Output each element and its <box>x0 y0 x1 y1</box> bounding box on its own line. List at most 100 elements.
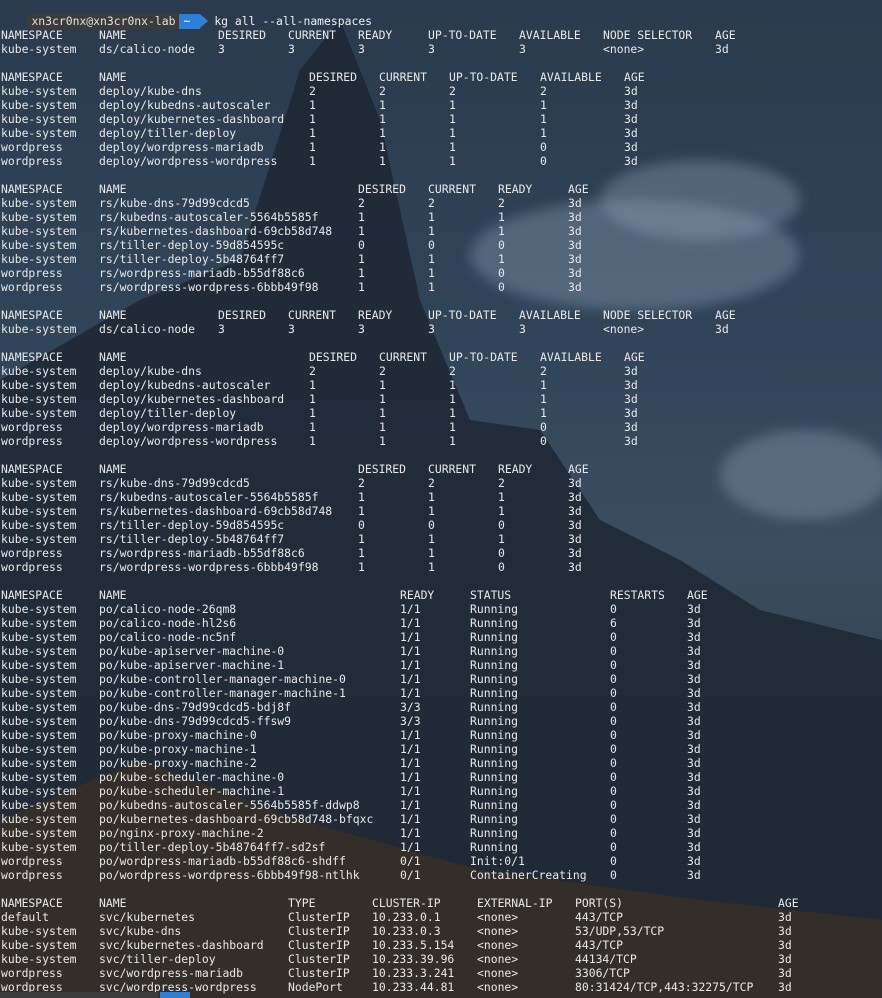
table-cell: 1 <box>309 112 316 126</box>
prompt-user-host: xn3cr0nx@xn3cr0nx-lab <box>27 14 180 29</box>
table-cell: deploy/kubedns-autoscaler <box>99 378 271 392</box>
table-cell: 2 <box>498 476 505 490</box>
table-cell: 0 <box>358 238 365 252</box>
table-cell: 3d <box>687 742 701 756</box>
table-cell: 3d <box>687 770 701 784</box>
table-cell: 0 <box>610 770 617 784</box>
table-cell: rs/wordpress-wordpress-6bbb49f98 <box>99 560 319 574</box>
table-cell: default <box>1 910 50 924</box>
table-cell: deploy/wordpress-wordpress <box>99 434 278 448</box>
table-cell: svc/tiller-deploy <box>99 952 216 966</box>
table-cell: po/kube-scheduler-machine-0 <box>99 770 285 784</box>
table-cell: 3d <box>568 238 582 252</box>
table-cell: 3 <box>519 322 526 336</box>
table-cell: kube-system <box>1 938 77 952</box>
column-header: NODE SELECTOR <box>603 308 693 322</box>
table-cell: po/kube-dns-79d99cdcd5-bdj8f <box>99 700 292 714</box>
table-cell: 0 <box>540 434 547 448</box>
table-cell: Running <box>470 630 519 644</box>
table-cell: svc/wordpress-mariadb <box>99 966 244 980</box>
table-cell: 2 <box>449 84 456 98</box>
table-cell: kube-system <box>1 616 77 630</box>
table-cell: 1 <box>309 378 316 392</box>
prompt-path: ~ <box>179 14 209 29</box>
column-header: NAMESPACE <box>1 70 63 84</box>
table-cell: 3d <box>624 434 638 448</box>
table-cell: 1 <box>540 392 547 406</box>
column-header: CLUSTER-IP <box>372 896 441 910</box>
table-cell: 0 <box>610 644 617 658</box>
column-header: TYPE <box>288 896 316 910</box>
table-cell: kube-system <box>1 392 77 406</box>
table-cell: kube-system <box>1 952 77 966</box>
table-cell: rs/tiller-deploy-5b48764ff7 <box>99 252 285 266</box>
column-header: NAMESPACE <box>1 350 63 364</box>
table-cell: 1 <box>498 490 505 504</box>
table-cell: kube-system <box>1 658 77 672</box>
table-cell: deploy/kubernetes-dashboard <box>99 392 285 406</box>
column-header: NAME <box>99 70 127 84</box>
table-cell: 3d <box>624 406 638 420</box>
table-cell: rs/wordpress-mariadb-b55df88c6 <box>99 266 305 280</box>
column-header: AGE <box>624 350 645 364</box>
column-header: AGE <box>568 462 589 476</box>
column-header: CURRENT <box>428 182 477 196</box>
table-cell: Running <box>470 644 519 658</box>
table-cell: 1/1 <box>400 602 421 616</box>
table-cell: 1/1 <box>400 728 421 742</box>
table-cell: <none> <box>477 952 519 966</box>
table-cell: 443/TCP <box>575 938 624 952</box>
table-cell: 3 <box>288 42 295 56</box>
table-cell: deploy/kube-dns <box>99 364 202 378</box>
column-header: READY <box>358 28 393 42</box>
table-cell: 3d <box>624 140 638 154</box>
table-cell: 10.233.44.81 <box>372 980 455 994</box>
table-cell: po/tiller-deploy-5b48764ff7-sd2sf <box>99 840 326 854</box>
column-header: READY <box>400 588 435 602</box>
table-cell: 1 <box>449 406 456 420</box>
table-cell: 1/1 <box>400 784 421 798</box>
table-cell: po/calico-node-nc5nf <box>99 630 237 644</box>
table-cell: deploy/tiller-deploy <box>99 406 237 420</box>
table-cell: kube-system <box>1 504 77 518</box>
table-cell: Running <box>470 784 519 798</box>
table-cell: po/nginx-proxy-machine-2 <box>99 826 264 840</box>
table-cell: 80:31424/TCP,443:32275/TCP <box>575 980 754 994</box>
table-cell: po/kubedns-autoscaler-5564b5585f-ddwp8 <box>99 798 360 812</box>
table-cell: kube-system <box>1 490 77 504</box>
table-cell: po/kube-apiserver-machine-1 <box>99 658 285 672</box>
table-cell: 3d <box>624 98 638 112</box>
table-cell: kube-system <box>1 252 77 266</box>
command-text: kg all --all-namespaces <box>214 14 373 28</box>
table-cell: 1 <box>358 546 365 560</box>
table-cell: 0 <box>610 840 617 854</box>
table-cell: 3d <box>687 630 701 644</box>
table-cell: 1/1 <box>400 756 421 770</box>
table-cell: <none> <box>477 966 519 980</box>
table-cell: po/kube-proxy-machine-0 <box>99 728 257 742</box>
table-cell: wordpress <box>1 434 63 448</box>
table-cell: 0 <box>428 518 435 532</box>
table-cell: 3d <box>687 714 701 728</box>
table-cell: deploy/tiller-deploy <box>99 126 237 140</box>
column-header: AGE <box>715 28 736 42</box>
table-cell: 3d <box>687 784 701 798</box>
table-cell: ClusterIP <box>288 952 350 966</box>
table-cell: ContainerCreating <box>470 868 587 882</box>
table-cell: 1 <box>379 98 386 112</box>
table-cell: po/kube-proxy-machine-1 <box>99 742 257 756</box>
table-cell: 0 <box>610 700 617 714</box>
table-cell: 2 <box>449 364 456 378</box>
table-cell: 1 <box>449 140 456 154</box>
table-cell: kube-system <box>1 532 77 546</box>
table-cell: rs/kubernetes-dashboard-69cb58d748 <box>99 504 333 518</box>
table-cell: 1 <box>379 140 386 154</box>
table-cell: 1 <box>379 434 386 448</box>
table-cell: 3 <box>519 42 526 56</box>
table-cell: 0 <box>610 826 617 840</box>
table-cell: svc/kubernetes-dashboard <box>99 938 264 952</box>
column-header: DESIRED <box>218 28 267 42</box>
table-cell: 3d <box>687 602 701 616</box>
terminal-window[interactable]: xn3cr0nx@xn3cr0nx-lab ~ kg all --all-names… <box>0 0 882 998</box>
table-cell: 1 <box>309 434 316 448</box>
